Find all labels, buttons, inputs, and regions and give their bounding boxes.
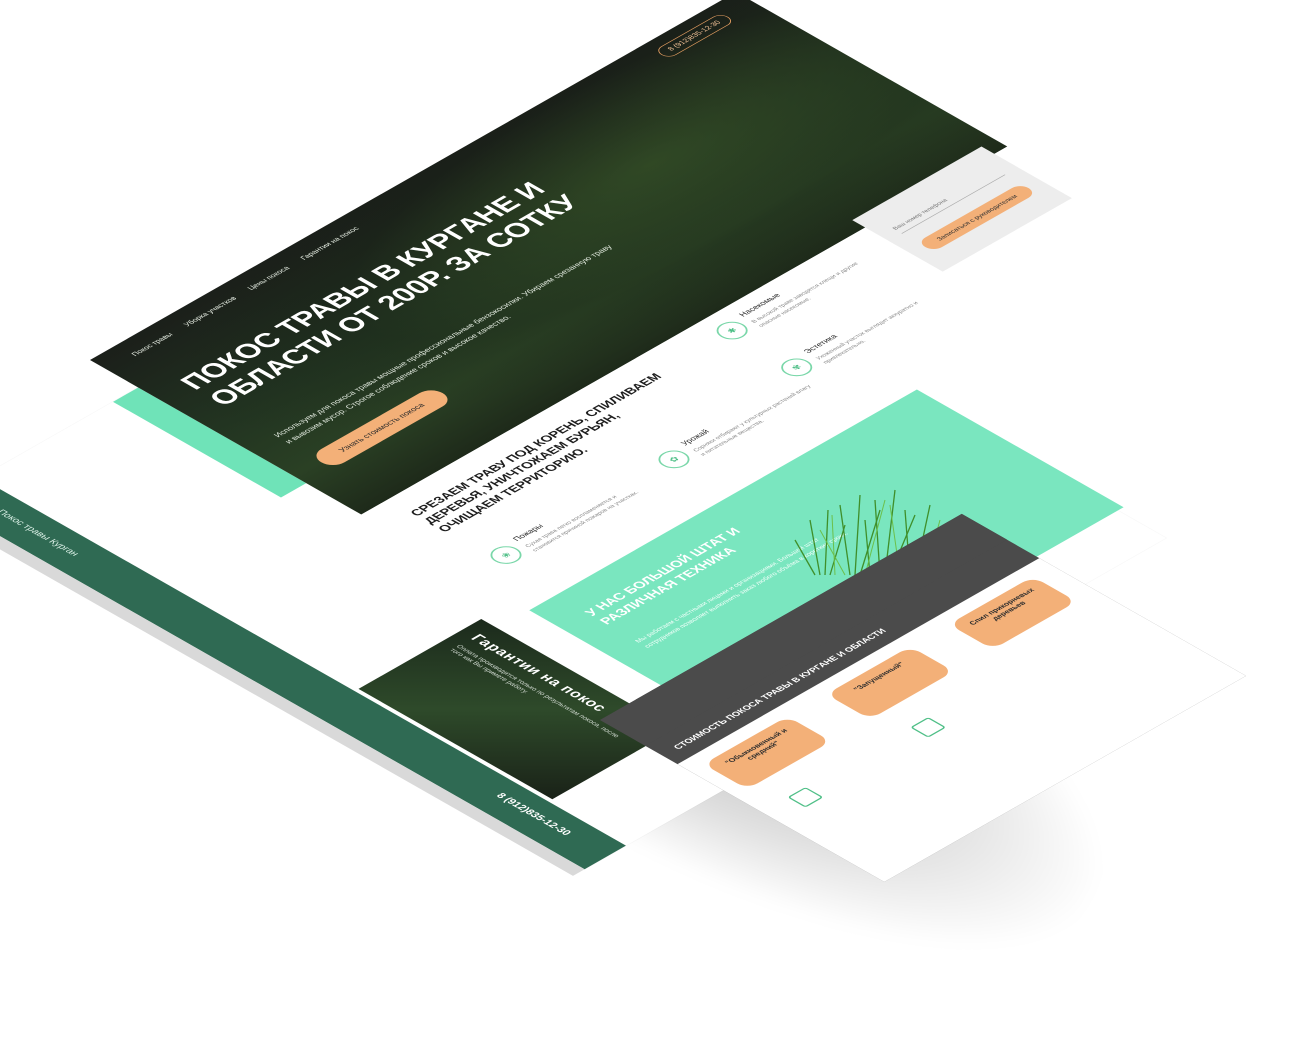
feature-text: Сорняки отбирают у культурных растений в… bbox=[691, 383, 813, 457]
house-icon bbox=[787, 786, 824, 808]
mockup-stage: Гарантии на покос Оплата производится то… bbox=[0, 0, 1300, 1042]
nav-item[interactable]: Цены покоса bbox=[246, 265, 292, 291]
crop-icon: ✿ bbox=[652, 446, 696, 472]
pricing-card[interactable]: "Запущенный" bbox=[826, 646, 955, 720]
feature-text: Ухоженный участок выглядит аккуратно и п… bbox=[814, 300, 920, 365]
phone-button[interactable]: 8 (912)835-12-30 bbox=[653, 12, 736, 60]
leaf-icon: ❀ bbox=[484, 542, 528, 568]
pricing-card[interactable]: Спил прикорневых деревьев bbox=[948, 576, 1077, 650]
nav-item[interactable]: Уборка участков bbox=[182, 295, 239, 327]
flower-icon: ✾ bbox=[774, 354, 819, 380]
pricing-card[interactable]: "Обыкновенный и средний" bbox=[703, 716, 832, 790]
nav-item[interactable]: Гарантии на покос bbox=[299, 226, 361, 262]
feature-text: Сухая трава легко воспламеняется и стано… bbox=[523, 490, 641, 553]
bug-icon: ✱ bbox=[710, 318, 755, 344]
calendar-icon bbox=[910, 717, 947, 738]
guarantee-subtitle: Оплата производится только по результата… bbox=[448, 643, 622, 739]
nav-item[interactable]: Покос травы bbox=[130, 332, 175, 358]
